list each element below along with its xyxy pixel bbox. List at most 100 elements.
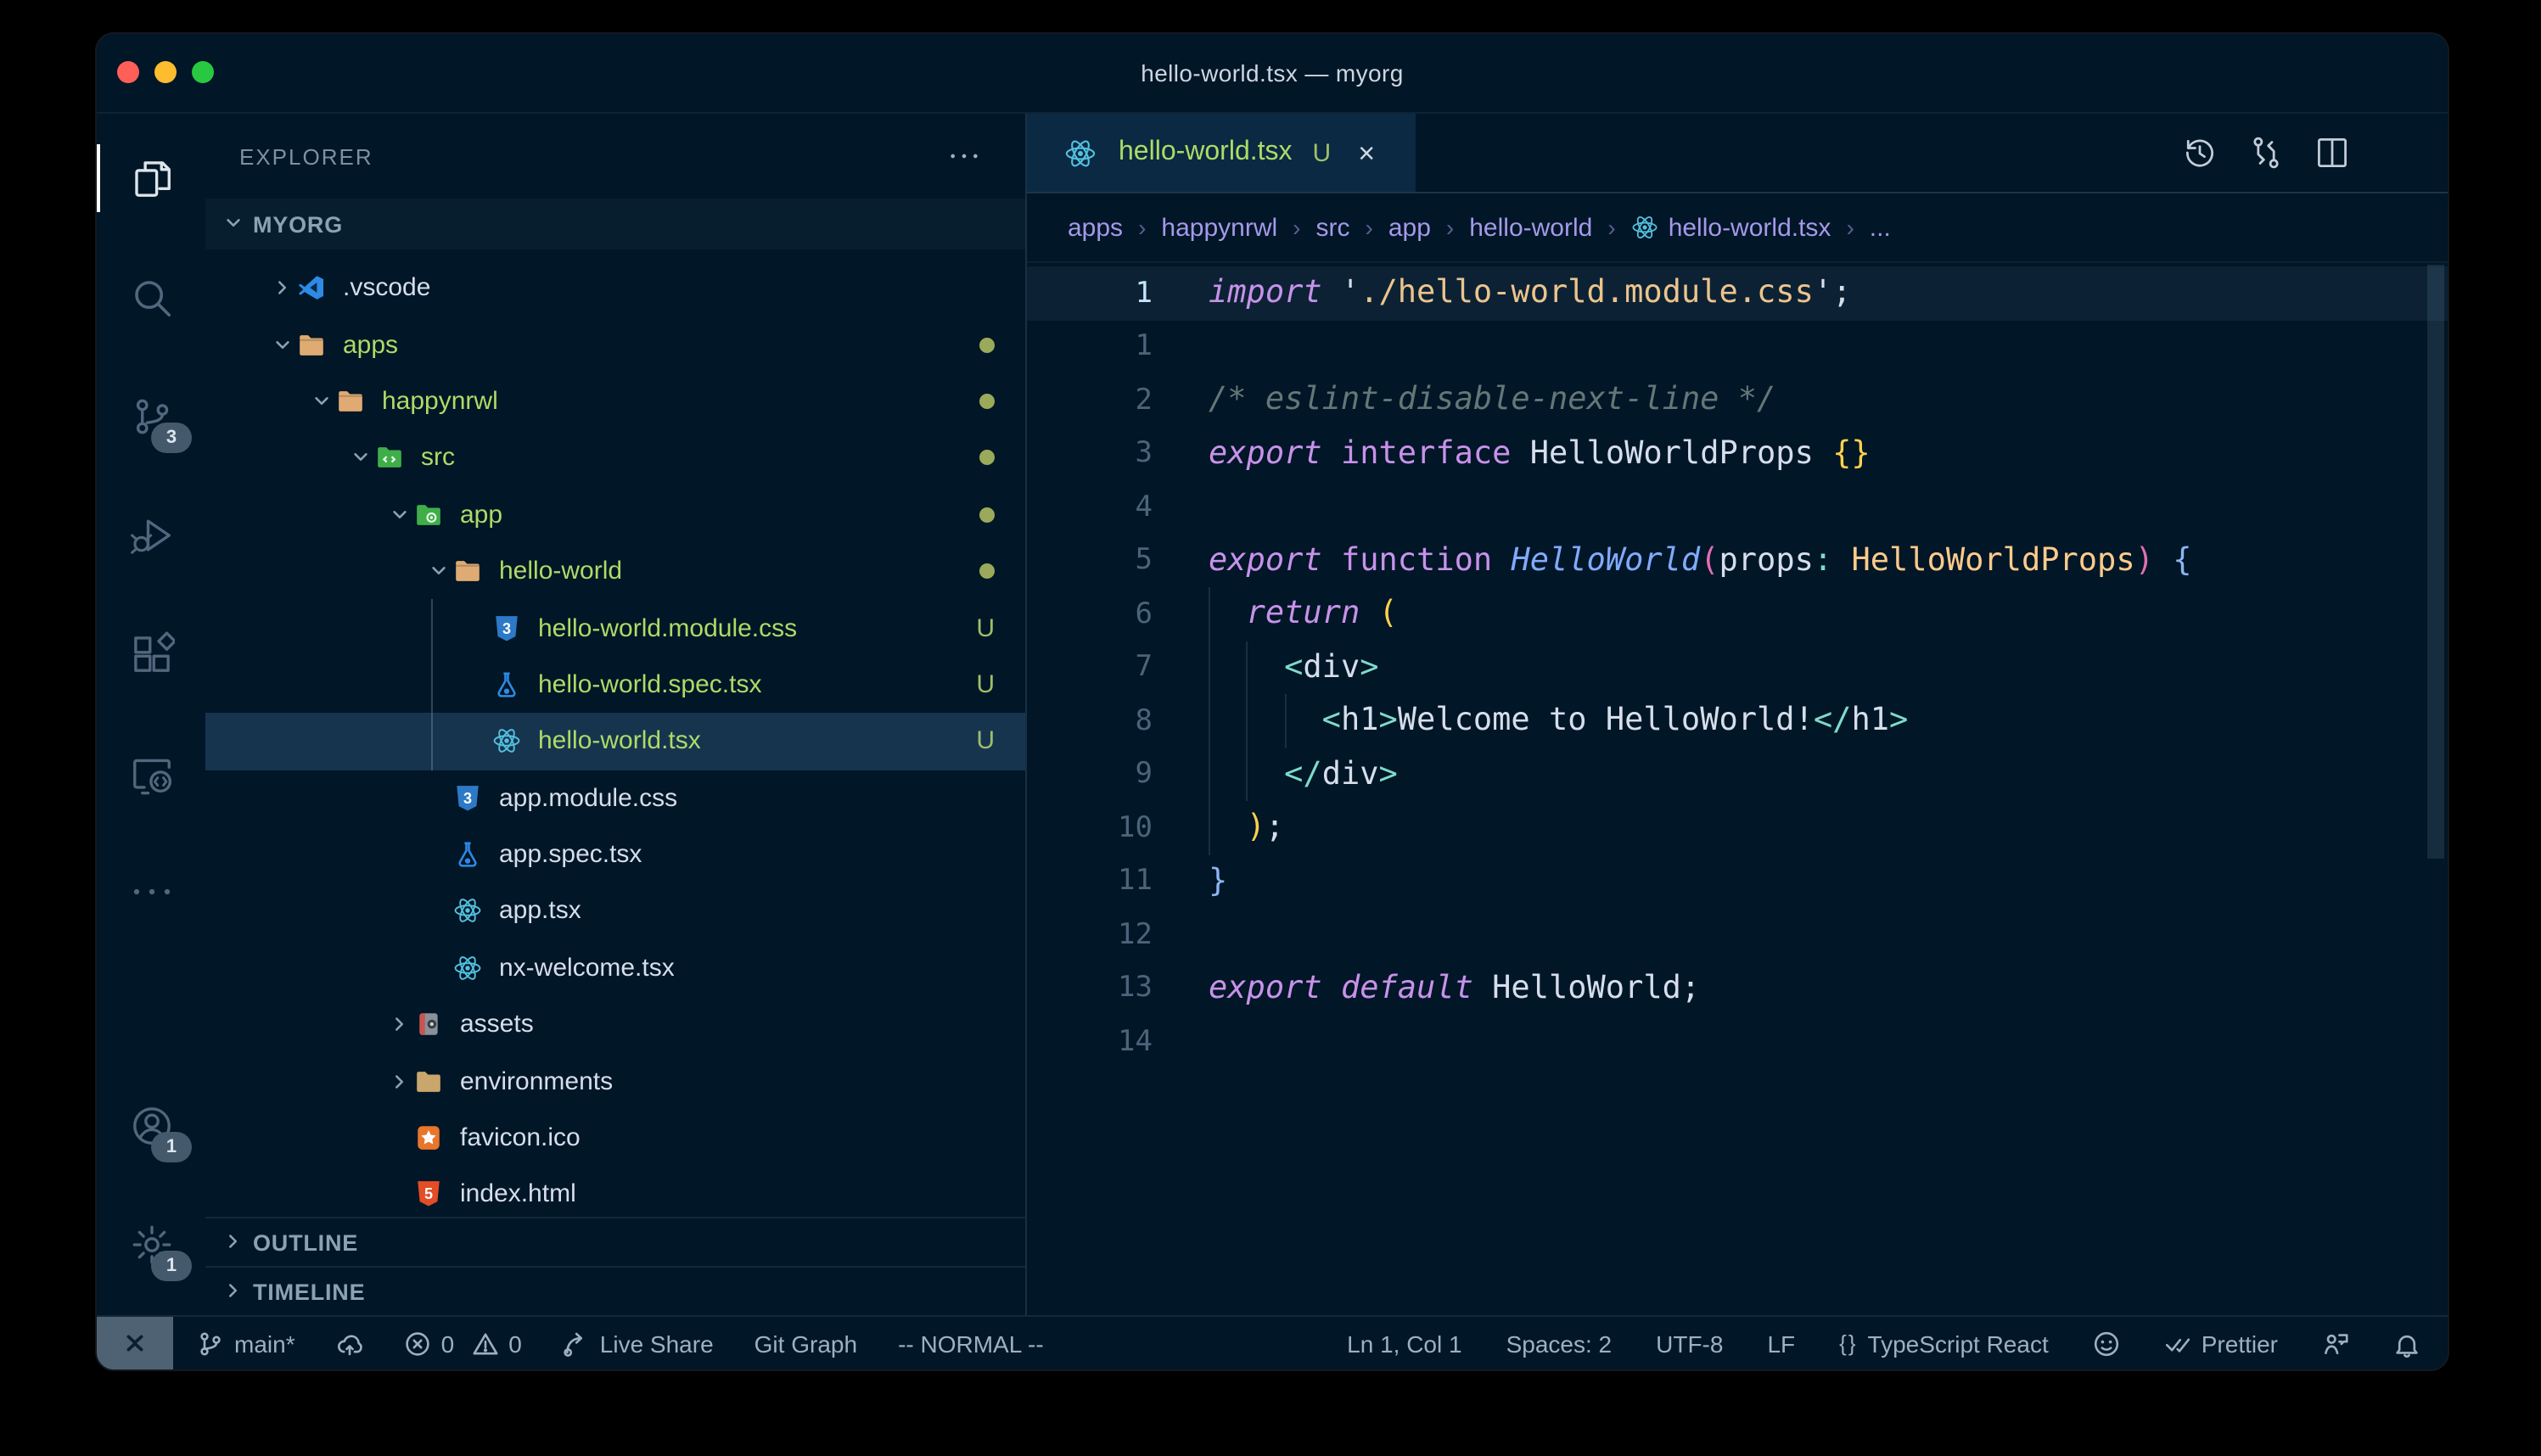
more-actions-button[interactable] <box>2380 134 2417 171</box>
code-line[interactable]: 10 ); <box>1027 801 2448 854</box>
tab-hello-world-tsx[interactable]: hello-world.tsx U × <box>1027 114 1416 192</box>
sidebar-item-index-html[interactable]: 5index.html <box>205 1167 1025 1224</box>
breadcrumb-hello-world-tsx[interactable]: hello-world.tsx <box>1631 213 1831 242</box>
code-line[interactable]: 12 <box>1027 908 2448 961</box>
assets-file-icon <box>414 1010 448 1040</box>
activity-more[interactable] <box>97 843 205 938</box>
code-line[interactable]: 5export function HelloWorld(props: Hello… <box>1027 534 2448 587</box>
status-feedback[interactable] <box>2322 1330 2349 1357</box>
status-git-branch[interactable]: main* <box>197 1330 295 1357</box>
status-indentation[interactable]: Spaces: 2 <box>1506 1330 1613 1357</box>
status-sync[interactable] <box>336 1330 363 1357</box>
panel-label: TIMELINE <box>253 1279 365 1304</box>
sidebar-item-src[interactable]: src <box>205 429 1025 486</box>
sidebar-item-app-spec-tsx[interactable]: app.spec.tsx <box>205 826 1025 883</box>
status-eol[interactable]: LF <box>1767 1330 1795 1357</box>
chevron-down-icon[interactable] <box>423 562 453 580</box>
activity-settings[interactable]: 1 <box>97 1196 205 1291</box>
breadcrumb-[interactable]: ... <box>1870 213 1891 242</box>
file-label: environments <box>460 1067 613 1095</box>
explorer-more-actions-icon[interactable] <box>947 139 981 173</box>
sidebar-item-environments[interactable]: environments <box>205 1053 1025 1110</box>
status-encoding[interactable]: UTF-8 <box>1656 1330 1723 1357</box>
debug-icon <box>128 512 174 557</box>
activity-extensions[interactable] <box>97 606 205 701</box>
sidebar-item-favicon-ico[interactable]: favicon.ico <box>205 1110 1025 1167</box>
status-vim-mode[interactable]: -- NORMAL -- <box>898 1330 1044 1357</box>
compare-changes-button[interactable] <box>2247 134 2285 171</box>
chevron-down-icon[interactable] <box>345 449 375 468</box>
breadcrumb-hello-world[interactable]: hello-world <box>1469 213 1592 242</box>
code-line[interactable]: 13export default HelloWorld; <box>1027 961 2448 1015</box>
status-notifications[interactable] <box>2393 1330 2420 1357</box>
sidebar-item-hello-world-tsx[interactable]: hello-world.tsxU <box>205 713 1025 770</box>
code-line[interactable]: 6 return ( <box>1027 587 2448 641</box>
sidebar-item-hello-world[interactable]: hello-world <box>205 543 1025 600</box>
activity-explorer[interactable] <box>97 131 205 226</box>
sidebar-item-app-module-css[interactable]: 3app.module.css <box>205 770 1025 826</box>
sidebar-item-hello-world-spec-tsx[interactable]: hello-world.spec.tsxU <box>205 656 1025 713</box>
activity-accounts[interactable]: 1 <box>97 1078 205 1173</box>
code-line[interactable]: 2/* eslint-disable-next-line */ <box>1027 373 2448 427</box>
code-line[interactable]: 4 <box>1027 480 2448 534</box>
activity-source-control[interactable]: 3 <box>97 368 205 463</box>
react-file-icon <box>453 896 487 927</box>
sidebar-item-hello-world-module-css[interactable]: 3hello-world.module.cssU <box>205 600 1025 657</box>
activity-run-debug[interactable] <box>97 487 205 582</box>
status-cursor-position[interactable]: Ln 1, Col 1 <box>1347 1330 1461 1357</box>
breadcrumb-src[interactable]: src <box>1316 213 1350 242</box>
status-git-graph[interactable]: Git Graph <box>754 1330 857 1357</box>
activity-remote-explorer[interactable] <box>97 725 205 820</box>
code-line[interactable]: 14 <box>1027 1015 2448 1068</box>
breadcrumb-app[interactable]: app <box>1388 213 1431 242</box>
status-problems[interactable]: 00 <box>404 1330 522 1357</box>
chevron-down-icon[interactable] <box>384 506 414 524</box>
code-line[interactable]: 1import './hello-world.module.css'; <box>1027 266 2448 320</box>
chevron-right-icon[interactable] <box>384 1016 414 1034</box>
breadcrumb-happynrwl[interactable]: happynrwl <box>1161 213 1277 242</box>
code-line[interactable]: 1 <box>1027 320 2448 373</box>
chevron-down-icon[interactable] <box>306 392 336 411</box>
chevron-down-icon[interactable] <box>266 335 297 354</box>
code-line[interactable]: 8 <h1>Welcome to HelloWorld!</h1> <box>1027 694 2448 748</box>
breadcrumbs: apps›happynrwl›src›app›hello-world›hello… <box>1027 193 2448 263</box>
panel-outline[interactable]: OUTLINE <box>205 1217 1025 1266</box>
chevron-right-icon[interactable] <box>266 278 297 297</box>
open-changes-button[interactable] <box>2181 134 2218 171</box>
svg-text:3: 3 <box>463 789 472 806</box>
code-line[interactable]: 11} <box>1027 854 2448 908</box>
sidebar-item-app[interactable]: app <box>205 486 1025 543</box>
chevron-down-icon <box>224 211 243 237</box>
status-prettier[interactable]: Prettier <box>2164 1330 2278 1357</box>
activity-search[interactable] <box>97 249 205 344</box>
file-label: app <box>460 501 502 529</box>
project-section-header[interactable]: MYORG <box>205 199 1025 249</box>
breadcrumb-apps[interactable]: apps <box>1068 213 1123 242</box>
title-bar[interactable]: hello-world.tsx — myorg <box>97 34 2448 114</box>
sidebar-item-nx-welcome-tsx[interactable]: nx-welcome.tsx <box>205 939 1025 996</box>
code-line[interactable]: 7 <div> <box>1027 641 2448 694</box>
split-editor-button[interactable] <box>2314 134 2351 171</box>
code-editor[interactable]: 1import './hello-world.module.css';12/* … <box>1027 263 2448 1315</box>
sidebar-item-assets[interactable]: assets <box>205 996 1025 1053</box>
chevron-right-icon[interactable] <box>384 1072 414 1090</box>
line-number: 2 <box>1027 384 1153 417</box>
remote-indicator[interactable] <box>97 1317 173 1369</box>
react-file-icon <box>492 726 526 757</box>
close-tab-icon[interactable]: × <box>1358 138 1375 167</box>
scrollbar-slider[interactable] <box>2427 265 2444 859</box>
sidebar-item-happynrwl[interactable]: happynrwl <box>205 373 1025 430</box>
double-check-icon <box>2164 1330 2191 1357</box>
sidebar-item-apps[interactable]: apps <box>205 316 1025 373</box>
sidebar-item-vscode[interactable]: .vscode <box>205 260 1025 316</box>
code-line[interactable]: 9 </div> <box>1027 748 2448 801</box>
sidebar-item-app-tsx[interactable]: app.tsx <box>205 883 1025 940</box>
status-live-share[interactable]: Live Share <box>563 1330 714 1357</box>
status-github[interactable] <box>2093 1330 2120 1357</box>
folder-tan-file-icon <box>336 386 370 417</box>
status-language-mode[interactable]: {}TypeScript React <box>1839 1330 2049 1357</box>
code-line[interactable]: 3export interface HelloWorldProps {} <box>1027 427 2448 480</box>
indent-guide <box>1284 694 1286 748</box>
panel-timeline[interactable]: TIMELINE <box>205 1266 1025 1315</box>
remote-explorer-icon <box>128 749 174 795</box>
